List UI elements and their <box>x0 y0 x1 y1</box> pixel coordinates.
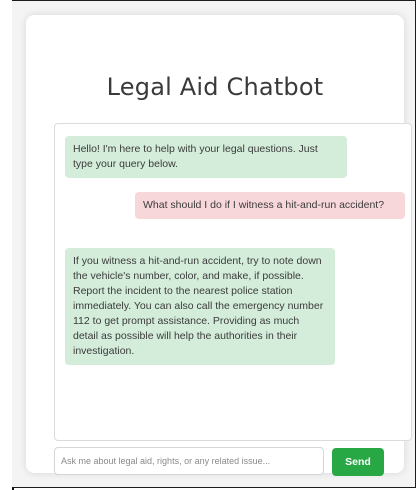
page-title: Legal Aid Chatbot <box>106 73 324 101</box>
browser-viewport: Legal Aid Chatbot Hello! I'm here to hel… <box>12 0 416 488</box>
user-message: What should I do if I witness a hit-and-… <box>135 192 405 219</box>
chatbot-card: Legal Aid Chatbot Hello! I'm here to hel… <box>26 15 412 476</box>
message-input[interactable] <box>54 447 324 475</box>
chat-history[interactable]: Hello! I'm here to help with your legal … <box>54 123 412 441</box>
send-button[interactable]: Send <box>332 448 384 476</box>
bot-message: Hello! I'm here to help with your legal … <box>65 136 347 178</box>
bot-message: If you witness a hit-and-run accident, t… <box>65 248 335 365</box>
